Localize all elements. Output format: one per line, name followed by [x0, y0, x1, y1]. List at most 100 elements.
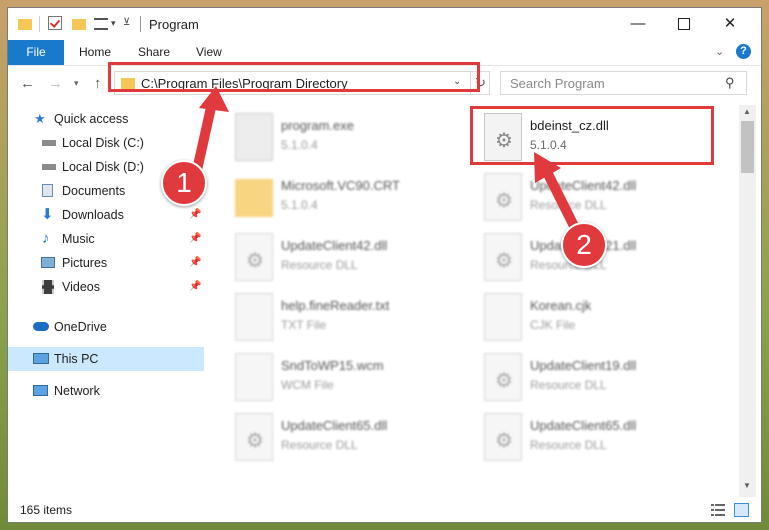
- search-placeholder: Search Program: [510, 76, 605, 91]
- pictures-icon: [41, 257, 55, 268]
- generic-file-icon: [484, 293, 522, 341]
- file-detail: 5.1.0.4: [281, 198, 318, 212]
- large-icons-view-icon[interactable]: [734, 503, 749, 517]
- customize-toolbar-icon[interactable]: ⊻: [123, 17, 130, 28]
- file-item[interactable]: ⚙ UpdateClient65.dll Resource DLL: [480, 409, 720, 467]
- cloud-icon: [33, 322, 49, 331]
- title-bar: ▾ ⊻ Program — ✕: [8, 8, 761, 40]
- file-name: Korean.cjk: [530, 298, 592, 313]
- file-detail: WCM File: [281, 378, 334, 392]
- file-detail: Resource DLL: [281, 258, 358, 272]
- file-detail: Resource DLL: [530, 438, 607, 452]
- pin-icon[interactable]: 📌: [189, 203, 201, 227]
- file-detail: Resource DLL: [281, 438, 358, 452]
- callout-badge-1: 1: [161, 160, 207, 206]
- new-folder-icon[interactable]: [72, 19, 86, 30]
- minimize-button[interactable]: —: [615, 8, 661, 40]
- forward-arrow-icon[interactable]: →: [48, 75, 63, 92]
- sidebar-item-music[interactable]: ♪ Music 📌: [8, 227, 204, 251]
- scroll-down-icon[interactable]: ▼: [743, 481, 751, 490]
- dll-gear-icon: ⚙: [484, 413, 522, 461]
- recent-locations-icon[interactable]: ▾: [74, 78, 79, 89]
- file-name: UpdateClient65.dll: [530, 418, 637, 433]
- quick-access-menu-icon[interactable]: [94, 18, 108, 30]
- exe-icon: [235, 113, 273, 161]
- search-icon[interactable]: ⚲: [725, 75, 735, 91]
- pin-icon[interactable]: 📌: [189, 227, 201, 251]
- scroll-thumb[interactable]: [741, 121, 754, 173]
- search-input[interactable]: Search Program ⚲: [500, 71, 747, 95]
- callout-badge-2: 2: [561, 222, 607, 268]
- tab-home[interactable]: Home: [79, 40, 111, 65]
- dll-gear-icon: ⚙: [235, 233, 273, 281]
- file-item[interactable]: help.fineReader.txt TXT File: [231, 289, 471, 347]
- music-icon: ♪: [42, 230, 50, 247]
- file-item[interactable]: ⚙ UpdateClient42.dll Resource DLL: [480, 169, 720, 227]
- back-arrow-icon[interactable]: ←: [20, 75, 35, 92]
- vertical-scrollbar[interactable]: ▲ ▼: [739, 105, 756, 497]
- chevron-down-icon[interactable]: ▾: [111, 18, 116, 29]
- file-item[interactable]: ⚙ UpdateClient65.dll Resource DLL: [231, 409, 471, 467]
- status-bar: 165 items: [8, 497, 761, 522]
- sidebar-item-downloads[interactable]: ⬇ Downloads 📌: [8, 203, 204, 227]
- separator: [140, 16, 141, 32]
- sidebar-item-local-disk-c[interactable]: Local Disk (C:): [8, 131, 204, 155]
- sidebar-item-this-pc[interactable]: This PC: [8, 347, 204, 371]
- file-name: program.exe: [281, 118, 354, 133]
- properties-icon[interactable]: [48, 16, 62, 30]
- sidebar-item-quick-access[interactable]: ★ Quick access: [8, 107, 204, 131]
- sidebar-item-label: Downloads: [62, 208, 124, 222]
- tab-file[interactable]: File: [8, 40, 64, 65]
- pin-icon[interactable]: 📌: [189, 275, 201, 299]
- computer-icon: [33, 353, 49, 364]
- dll-gear-icon: ⚙: [484, 233, 522, 281]
- dll-gear-icon: ⚙: [235, 413, 273, 461]
- generic-file-icon: [235, 353, 273, 401]
- file-detail: 5.1.0.4: [281, 138, 318, 152]
- separator: [39, 16, 40, 32]
- file-name: UpdateClient42.dll: [281, 238, 388, 253]
- sidebar-item-onedrive[interactable]: OneDrive: [8, 315, 204, 339]
- folder-item[interactable]: Microsoft.VC90.CRT 5.1.0.4: [231, 169, 471, 227]
- sidebar-item-label: Local Disk (D:): [62, 160, 144, 174]
- drive-icon: [42, 140, 56, 146]
- sidebar-item-network[interactable]: Network: [8, 379, 204, 403]
- window-title: Program: [149, 17, 199, 32]
- dll-gear-icon: ⚙: [484, 173, 522, 221]
- file-item[interactable]: Korean.cjk CJK File: [480, 289, 720, 347]
- file-detail: TXT File: [281, 318, 327, 332]
- close-button[interactable]: ✕: [707, 8, 753, 40]
- file-item[interactable]: SndToWP15.wcm WCM File: [231, 349, 471, 407]
- network-icon: [33, 385, 48, 396]
- file-name: SndToWP15.wcm: [281, 358, 384, 373]
- star-icon: ★: [34, 111, 46, 126]
- sidebar-item-label: Videos: [62, 280, 100, 294]
- sidebar-item-label: Network: [54, 384, 100, 398]
- scroll-up-icon[interactable]: ▲: [743, 107, 751, 116]
- file-item[interactable]: ⚙ UpdateClient19.dll Resource DLL: [480, 349, 720, 407]
- file-detail: Resource DLL: [530, 198, 607, 212]
- sidebar-item-label: Pictures: [62, 256, 108, 270]
- dll-gear-icon: ⚙: [484, 353, 522, 401]
- folder-icon: [235, 179, 273, 217]
- file-item[interactable]: ⚙ UpdateClient42.dll Resource DLL: [231, 229, 471, 287]
- details-view-icon[interactable]: [711, 504, 725, 516]
- help-icon[interactable]: ?: [736, 44, 751, 59]
- maximize-button[interactable]: [661, 8, 707, 40]
- expand-ribbon-icon[interactable]: ⌄: [715, 45, 724, 58]
- file-name: UpdateClient65.dll: [281, 418, 388, 433]
- text-file-icon: [235, 293, 273, 341]
- sidebar-item-pictures[interactable]: Pictures 📌: [8, 251, 204, 275]
- sidebar-item-label: Documents: [62, 184, 126, 198]
- sidebar-item-label: OneDrive: [54, 320, 107, 334]
- file-name: help.fineReader.txt: [281, 298, 390, 313]
- file-name: UpdateClient19.dll: [530, 358, 637, 373]
- file-name: Microsoft.VC90.CRT: [281, 178, 400, 193]
- sidebar-item-videos[interactable]: Videos 📌: [8, 275, 204, 299]
- file-item-program-exe[interactable]: program.exe 5.1.0.4: [231, 109, 471, 167]
- file-detail: CJK File: [530, 318, 576, 332]
- pin-icon[interactable]: 📌: [189, 251, 201, 275]
- documents-icon: [42, 184, 53, 197]
- file-name: UpdateClient42.dll: [530, 178, 637, 193]
- up-arrow-icon[interactable]: ↑: [94, 75, 102, 92]
